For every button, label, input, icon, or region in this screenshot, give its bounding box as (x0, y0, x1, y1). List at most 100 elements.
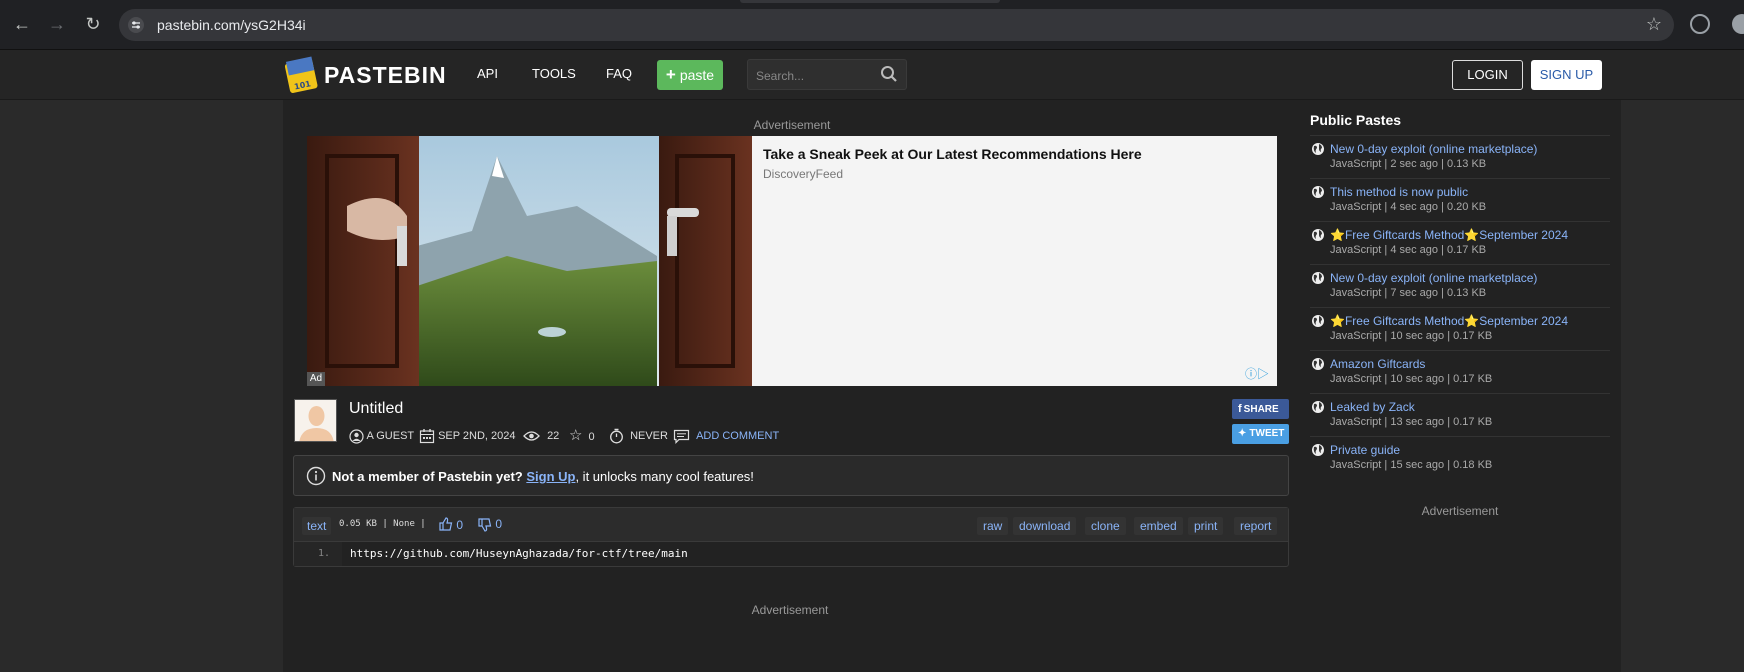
comment-meta[interactable]: ADD COMMENT (673, 428, 779, 444)
globe-icon (1312, 444, 1324, 456)
raw-button[interactable]: raw (977, 517, 1009, 535)
author-avatar (294, 399, 337, 442)
browser-toolbar: ← → ↻ pastebin.com/ysG2H34i ☆ (0, 0, 1744, 50)
paste-link[interactable]: ⭐Free Giftcards Method⭐September 2024 (1330, 314, 1568, 328)
profile-avatar[interactable] (1732, 14, 1744, 34)
author-meta[interactable]: A GUEST (349, 428, 414, 444)
paste-link[interactable]: ⭐Free Giftcards Method⭐September 2024 (1330, 228, 1568, 242)
new-paste-button[interactable]: + paste (657, 60, 723, 90)
code-line: 1. https://github.com/HuseynAghazada/for… (294, 542, 1288, 566)
public-paste-item[interactable]: Leaked by Zack JavaScript | 13 sec ago |… (1310, 393, 1610, 436)
eye-icon (523, 431, 540, 441)
url-text[interactable]: pastebin.com/ysG2H34i (157, 17, 306, 33)
clone-button[interactable]: clone (1085, 517, 1126, 535)
dislike-button[interactable]: 0 (478, 517, 502, 532)
paste-meta: JavaScript | 10 sec ago | 0.17 KB (1330, 373, 1493, 385)
ad-title[interactable]: Take a Sneak Peek at Our Latest Recommen… (763, 146, 1142, 162)
facebook-share-button[interactable]: f SHARE (1232, 399, 1289, 419)
ad-badge: Ad (307, 372, 325, 386)
pastebin-logo-icon[interactable]: 101 (285, 55, 319, 93)
globe-icon (1312, 401, 1324, 413)
paste-link[interactable]: New 0-day exploit (online marketplace) (1330, 142, 1537, 156)
globe-icon (1312, 229, 1324, 241)
print-button[interactable]: print (1188, 517, 1224, 535)
share-label: SHARE (1243, 404, 1279, 415)
bookmark-star-icon[interactable]: ☆ (1646, 14, 1662, 35)
star-icon[interactable]: ☆ (569, 427, 582, 444)
paste-meta: JavaScript | 10 sec ago | 0.17 KB (1330, 330, 1493, 342)
paste-meta: JavaScript | 13 sec ago | 0.17 KB (1330, 416, 1493, 428)
globe-icon (1312, 186, 1324, 198)
paste-stats: 0.05 KB | None | (339, 519, 426, 529)
public-paste-item[interactable]: This method is now public JavaScript | 4… (1310, 178, 1610, 221)
line-number: 1. (294, 542, 342, 566)
public-paste-item[interactable]: New 0-day exploit (online marketplace) J… (1310, 264, 1610, 307)
comment-icon (673, 429, 690, 444)
logo-text[interactable]: PASTEBIN (324, 62, 447, 89)
notice-bold-text: Not a member of Pastebin yet? (332, 469, 523, 484)
globe-icon (1312, 358, 1324, 370)
public-paste-item[interactable]: ⭐Free Giftcards Method⭐September 2024 Ja… (1310, 221, 1610, 264)
info-icon (306, 466, 326, 486)
login-button[interactable]: LOGIN (1452, 60, 1523, 90)
public-paste-item[interactable]: ⭐Free Giftcards Method⭐September 2024 Ja… (1310, 307, 1610, 350)
like-button[interactable]: 0 (439, 517, 463, 532)
notice-rest-text: , it unlocks many cool features! (575, 469, 754, 484)
adchoices-icon[interactable]: ⓘ▷ (1245, 365, 1269, 382)
back-arrow-icon[interactable]: ← (10, 12, 34, 36)
paste-code-box: text 0.05 KB | None | 0 0 raw download c… (293, 507, 1289, 567)
signup-notice: Not a member of Pastebin yet? Sign Up, i… (293, 455, 1289, 496)
paste-link[interactable]: Private guide (1330, 443, 1400, 457)
forward-arrow-icon[interactable]: → (45, 12, 69, 36)
site-header: 101 PASTEBIN API TOOLS FAQ + paste Search… (0, 50, 1744, 100)
paste-link[interactable]: This method is now public (1330, 185, 1468, 199)
nav-faq[interactable]: FAQ (606, 66, 632, 81)
syntax-format-link[interactable]: text (302, 517, 332, 535)
ad-image[interactable] (307, 136, 752, 386)
expiry-value: NEVER (630, 430, 668, 442)
ad-source[interactable]: DiscoveryFeed (763, 167, 843, 181)
plus-icon: + (665, 65, 676, 84)
paste-link[interactable]: Leaked by Zack (1330, 400, 1415, 414)
search-icon[interactable] (880, 65, 898, 83)
add-comment-link[interactable]: ADD COMMENT (696, 430, 779, 442)
paste-meta: JavaScript | 7 sec ago | 0.13 KB (1330, 287, 1487, 299)
author-name[interactable]: A GUEST (366, 430, 414, 442)
paste-button-label: paste (679, 67, 715, 83)
globe-icon (1312, 143, 1324, 155)
extension-icon[interactable] (1690, 14, 1710, 34)
public-paste-item[interactable]: Private guide JavaScript | 15 sec ago | … (1310, 436, 1610, 479)
tweet-button[interactable]: ✦ TWEET (1232, 424, 1289, 444)
paste-meta: JavaScript | 2 sec ago | 0.13 KB (1330, 158, 1487, 170)
stars-meta[interactable]: ☆ 0 (569, 428, 595, 444)
download-button[interactable]: download (1013, 517, 1077, 535)
paste-link[interactable]: New 0-day exploit (online marketplace) (1330, 271, 1537, 285)
paste-meta: JavaScript | 4 sec ago | 0.20 KB (1330, 201, 1487, 213)
reload-icon[interactable]: ↻ (81, 12, 105, 36)
report-button[interactable]: report (1234, 517, 1278, 535)
tab-strip (740, 0, 1000, 3)
public-paste-item[interactable]: Amazon Giftcards JavaScript | 10 sec ago… (1310, 350, 1610, 393)
search-placeholder: Search... (756, 69, 805, 83)
embed-button[interactable]: embed (1134, 517, 1183, 535)
nav-tools[interactable]: TOOLS (532, 66, 576, 81)
site-settings-icon[interactable] (128, 17, 144, 33)
sidebar-advertisement-label: Advertisement (1421, 504, 1499, 518)
globe-icon (1312, 272, 1324, 284)
public-paste-item[interactable]: New 0-day exploit (online marketplace) J… (1310, 135, 1610, 178)
public-pastes-title: Public Pastes (1310, 112, 1402, 128)
notice-signup-link[interactable]: Sign Up (526, 469, 575, 484)
expiry-meta: NEVER (609, 428, 668, 444)
advertisement-banner[interactable]: Take a Sneak Peek at Our Latest Recommen… (307, 136, 1277, 386)
address-bar[interactable]: pastebin.com/ysG2H34i ☆ (119, 9, 1674, 41)
nav-api[interactable]: API (477, 66, 498, 81)
paste-link[interactable]: Amazon Giftcards (1330, 357, 1425, 371)
thumbs-down-icon (478, 518, 492, 532)
calendar-icon (419, 429, 435, 444)
code-line-text[interactable]: https://github.com/HuseynAghazada/for-ct… (350, 542, 688, 566)
star-count: 0 (588, 431, 595, 443)
signup-button[interactable]: SIGN UP (1531, 60, 1602, 90)
twitter-bird-icon: ✦ (1238, 428, 1247, 439)
stopwatch-icon (610, 428, 623, 444)
search-input[interactable]: Search... (747, 59, 907, 90)
